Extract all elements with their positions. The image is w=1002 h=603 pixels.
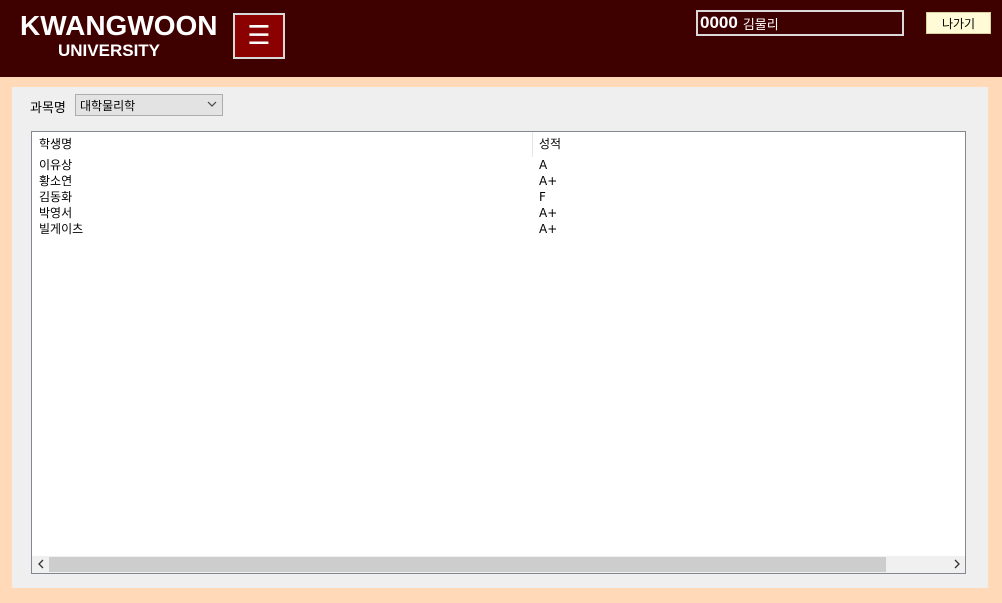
student-grade: A+	[539, 222, 558, 236]
student-grade: A	[539, 158, 548, 172]
column-header-student-name[interactable]: 학생명	[32, 132, 533, 157]
student-grade: F	[539, 190, 546, 204]
student-name: 빌게이츠	[39, 222, 84, 236]
student-name: 박영서	[39, 206, 73, 220]
subject-selected-value: 대학물리학	[80, 98, 136, 113]
user-info-box: 0000 김물리	[696, 10, 904, 36]
subject-label: 과목명	[30, 101, 66, 116]
hamburger-menu-icon: ☰	[247, 21, 271, 51]
logo-title: KWANGWOON	[20, 10, 218, 41]
exit-button[interactable]: 나가기	[926, 12, 991, 34]
user-id: 0000	[700, 13, 738, 32]
table-row[interactable]: 이유상 A	[32, 157, 965, 173]
column-header-grade[interactable]: 성적	[533, 132, 965, 157]
table-row[interactable]: 박영서 A+	[32, 205, 965, 221]
student-name: 황소연	[39, 174, 73, 188]
student-name: 김동화	[39, 190, 73, 204]
table-row[interactable]: 황소연 A+	[32, 173, 965, 189]
table-rows: 이유상 A 황소연 A+ 김동화 F 박영서 A+ 빌게이츠 A+	[32, 157, 965, 237]
user-name: 김물리	[742, 17, 779, 33]
subject-select[interactable]: 대학물리학	[75, 94, 223, 116]
grades-listview[interactable]: 학생명 성적 이유상 A 황소연 A+ 김동화 F 박영서 A+ 빌게이츠 A+	[31, 131, 966, 574]
student-grade: A+	[539, 206, 558, 220]
horizontal-scrollbar[interactable]	[32, 556, 965, 573]
menu-button[interactable]: ☰	[233, 13, 285, 59]
table-row[interactable]: 빌게이츠 A+	[32, 221, 965, 237]
scroll-right-icon[interactable]	[948, 556, 965, 573]
scroll-left-icon[interactable]	[32, 556, 49, 573]
main-panel: 과목명 대학물리학 학생명 성적 이유상 A 황소연 A+ 김동화 F 박영서 …	[12, 87, 988, 588]
scrollbar-thumb[interactable]	[49, 557, 886, 572]
student-grade: A+	[539, 174, 558, 188]
logo-subtitle: UNIVERSITY	[58, 41, 161, 60]
chevron-down-icon	[207, 98, 217, 112]
app-header: KWANGWOON UNIVERSITY ☰ 0000 김물리 나가기	[0, 0, 1002, 77]
student-name: 이유상	[39, 158, 73, 172]
table-row[interactable]: 김동화 F	[32, 189, 965, 205]
